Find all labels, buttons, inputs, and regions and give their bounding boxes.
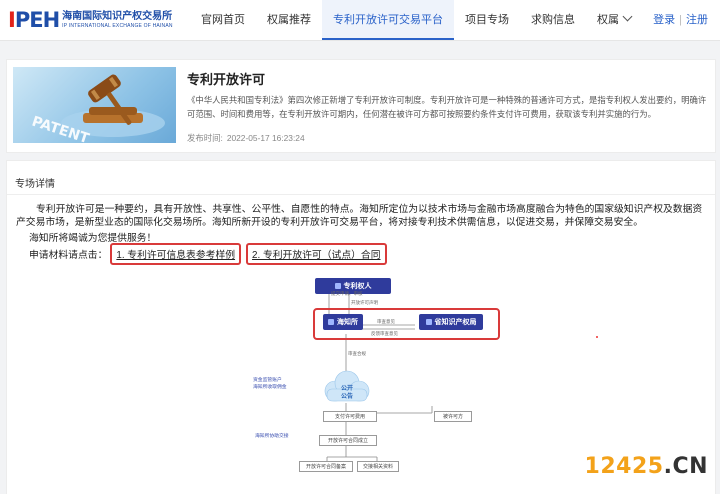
label-feedback: 反馈审查意见 <box>371 331 398 336</box>
intro-title: 专利开放许可 <box>187 72 266 87</box>
exchange-icon <box>328 319 334 325</box>
nav-patent-license-platform[interactable]: 专利开放许可交易平台 <box>322 0 454 40</box>
publish-label: 发布时间: <box>187 133 223 143</box>
nav-ownership-label: 权属 <box>597 14 619 26</box>
apply-materials-row: 申请材料请点击： 1. 专利许可信息表参考样例 2. 专利开放许可（试点）合同 <box>29 243 387 265</box>
publish-time-value: 2022-05-17 16:23:24 <box>226 133 305 143</box>
service-notice: 海知所将竭诚为您提供服务！ <box>29 233 157 244</box>
logo-name-cn: 海南国际知识产权交易所 <box>62 10 173 22</box>
license-flow-diagram: 专利权人 海知所 省知识产权局 开放许可声明 提交申请、审核 审查意见 反馈审查… <box>247 271 507 476</box>
auth-separator: | <box>679 14 682 26</box>
nav-home[interactable]: 官网首页 <box>190 0 256 40</box>
exchange-node: 海知所 <box>323 314 363 330</box>
register-link[interactable]: 注册 <box>686 14 708 26</box>
gavel-illustration: PATENT <box>30 74 165 143</box>
nav-project-special[interactable]: 项目专场 <box>454 0 520 40</box>
logo-name-en: IP INTERNATIONAL EXCHANGE OF HAINAN <box>62 22 173 29</box>
login-link[interactable]: 登录 <box>653 14 675 26</box>
decorative-dot <box>596 336 598 338</box>
main-nav: 官网首页 权属推荐 专利开放许可交易平台 项目专场 求购信息 权属 <box>190 0 642 40</box>
site-watermark: 12425.CN <box>584 454 708 479</box>
section-title: 专场详情 <box>15 179 55 190</box>
site-logo[interactable]: IPEH 海南国际知识产权交易所 IP INTERNATIONAL EXCHAN… <box>8 8 173 32</box>
record-node: 开放许可合同备案 <box>299 461 353 472</box>
auth-links: 登录 | 注册 <box>653 0 708 40</box>
intro-description: 《中华人民共和国专利法》第四次修正新增了专利开放许可制度。专利开放许可是一种特殊… <box>187 95 707 119</box>
license-info-sample-link[interactable]: 1. 专利许可信息表参考样例 <box>110 243 242 265</box>
label-apply: 提交申请、审核 <box>331 291 363 296</box>
pay-fee-node: 支付许可费用 <box>323 411 377 422</box>
logo-mark: IPEH <box>8 8 60 32</box>
intro-card: PATENT 专利开放许可 《中华人民共和国专利法》第四次修正新增了专利开放许可… <box>6 59 716 153</box>
province-ip-icon <box>425 319 432 325</box>
licensee-node: 被许可方 <box>434 411 472 422</box>
label-review: 审查意见 <box>377 319 395 324</box>
top-navigation-bar: IPEH 海南国际知识产权交易所 IP INTERNATIONAL EXCHAN… <box>0 0 720 41</box>
section-divider <box>7 194 715 195</box>
side-label-escrow: 资金监管账户 海知所收取佣金 <box>253 378 287 390</box>
side-label-handover: 海知所协助交接 <box>255 434 289 439</box>
license-contract-link[interactable]: 2. 专利开放许可（试点）合同 <box>246 243 387 265</box>
patentee-icon <box>334 283 341 289</box>
cloud-text: 公开 公告 <box>340 386 353 400</box>
nav-ownership-dropdown[interactable]: 权属 <box>586 0 642 40</box>
nav-recommend[interactable]: 权属推荐 <box>256 0 322 40</box>
detail-card: 专场详情 专利开放许可是一种要约，具有开放性、共享性、公平性、自愿性的特点。海知… <box>6 160 716 494</box>
label-notice: 审查合规 <box>348 351 366 356</box>
detail-paragraph: 专利开放许可是一种要约，具有开放性、共享性、公平性、自愿性的特点。海知所定位为以… <box>16 204 703 228</box>
publish-time: 发布时间: 2022-05-17 16:23:24 <box>187 132 305 144</box>
label-declare: 开放许可声明 <box>351 300 378 305</box>
province-ip-node: 省知识产权局 <box>419 314 483 330</box>
handover-node: 交接相关资料 <box>357 461 399 472</box>
nav-wanted-info[interactable]: 求购信息 <box>520 0 586 40</box>
patent-banner-image: PATENT <box>13 67 176 143</box>
apply-prefix: 申请材料请点击： <box>29 250 108 261</box>
contract-node: 开放许可合同成立 <box>319 435 377 446</box>
chevron-down-icon <box>622 11 633 22</box>
